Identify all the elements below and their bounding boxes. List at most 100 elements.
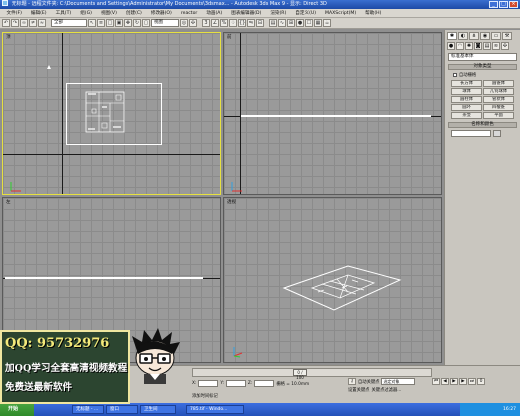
- coord-z-field[interactable]: [254, 380, 275, 387]
- rollout-name-color[interactable]: 名称和颜色: [448, 122, 517, 128]
- pivot-icon[interactable]: ◎: [180, 19, 188, 27]
- align-icon[interactable]: ⊟: [256, 19, 264, 27]
- checkbox-box[interactable]: [453, 73, 457, 77]
- viewport-top[interactable]: 顶: [2, 32, 221, 195]
- menu-customize[interactable]: 自定义(U): [291, 10, 321, 16]
- key-filters-button[interactable]: 关键点过滤器...: [371, 387, 401, 393]
- teapot-button[interactable]: 茶壶: [451, 112, 482, 119]
- auto-key-button[interactable]: 自动关键点: [358, 379, 379, 385]
- viewport-perspective[interactable]: 透视: [223, 197, 442, 363]
- menu-animation[interactable]: 动画(A): [202, 10, 227, 16]
- minimize-button[interactable]: _: [489, 1, 498, 8]
- box-button[interactable]: 长方体: [451, 80, 482, 87]
- space-warps-icon[interactable]: ≋: [492, 42, 500, 50]
- key-icon[interactable]: ⚷: [348, 378, 356, 385]
- menu-create[interactable]: 创建(C): [121, 10, 146, 16]
- shapes-icon[interactable]: ◠: [456, 42, 464, 50]
- render-frame-icon[interactable]: ▦: [314, 19, 322, 27]
- create-tab-icon[interactable]: ✱: [447, 32, 457, 40]
- object-name-field[interactable]: [451, 130, 491, 137]
- next-frame-icon[interactable]: ▶: [459, 378, 467, 385]
- move-icon[interactable]: ✥: [124, 19, 132, 27]
- viewport-label-top[interactable]: 顶: [6, 34, 11, 40]
- coord-x-field[interactable]: [198, 380, 219, 387]
- plane-button[interactable]: 平面: [483, 112, 514, 119]
- close-button[interactable]: ×: [509, 1, 518, 8]
- menu-help[interactable]: 帮助(H): [361, 10, 386, 16]
- timeline-track[interactable]: 0 / 100: [192, 368, 432, 380]
- floorplan-object[interactable]: [66, 83, 162, 145]
- menu-tools[interactable]: 工具(T): [51, 10, 76, 16]
- motion-tab-icon[interactable]: ◉: [480, 32, 490, 40]
- go-to-end-icon[interactable]: ⏭: [468, 378, 476, 385]
- floorplan-object-left[interactable]: [5, 277, 203, 279]
- cone-button[interactable]: 圆锥体: [483, 80, 514, 87]
- helpers-icon[interactable]: ▤: [483, 42, 491, 50]
- percent-snap-icon[interactable]: %: [220, 19, 228, 27]
- menu-reactor[interactable]: reactor: [176, 11, 201, 16]
- bind-space-warp-icon[interactable]: ≈: [38, 19, 46, 27]
- utilities-tab-icon[interactable]: ⚒: [502, 32, 512, 40]
- taskbar-item-window[interactable]: 窗口: [106, 405, 138, 414]
- systems-icon[interactable]: ✣: [501, 42, 509, 50]
- named-selection-icon[interactable]: {}: [238, 19, 246, 27]
- link-icon[interactable]: ∞: [20, 19, 28, 27]
- display-tab-icon[interactable]: ▭: [491, 32, 501, 40]
- select-object-icon[interactable]: ↖: [88, 19, 96, 27]
- select-by-name-icon[interactable]: ≡: [97, 19, 105, 27]
- viewport-label-front[interactable]: 前: [227, 34, 232, 40]
- geometry-icon[interactable]: ●: [447, 42, 455, 50]
- lights-icon[interactable]: ✺: [465, 42, 473, 50]
- taskbar-item-bathroom[interactable]: 卫生间: [140, 405, 176, 414]
- primitive-category-dropdown[interactable]: 标准基本体: [448, 53, 517, 61]
- floorplan-object-perspective[interactable]: [282, 258, 402, 318]
- menu-maxscript[interactable]: MAXScript(M): [321, 11, 361, 16]
- redo-icon[interactable]: ↷: [11, 19, 19, 27]
- mirror-icon[interactable]: ⇋: [247, 19, 255, 27]
- curve-editor-icon[interactable]: ∿: [278, 19, 286, 27]
- tube-button[interactable]: 管状体: [483, 96, 514, 103]
- menu-graph-editors[interactable]: 图表编辑器(D): [227, 10, 266, 16]
- window-crossing-icon[interactable]: ▣: [115, 19, 123, 27]
- object-color-swatch[interactable]: [493, 130, 501, 137]
- current-frame-field[interactable]: 0: [477, 378, 485, 385]
- menu-file[interactable]: 文件(F): [2, 10, 26, 16]
- maximize-button[interactable]: □: [499, 1, 508, 8]
- status-prompt[interactable]: 添加时间标记: [192, 393, 218, 399]
- key-filter-dropdown[interactable]: 选定对象: [381, 378, 416, 385]
- torus-button[interactable]: 圆环: [451, 104, 482, 111]
- unlink-icon[interactable]: ≠: [29, 19, 37, 27]
- geosphere-button[interactable]: 几何球体: [483, 88, 514, 95]
- auto-grid-checkbox[interactable]: 自动栅格: [453, 72, 512, 78]
- modify-tab-icon[interactable]: ◐: [458, 32, 468, 40]
- scale-icon[interactable]: ▢: [142, 19, 150, 27]
- quick-render-icon[interactable]: ☕: [323, 19, 331, 27]
- taskbar-item-max[interactable]: 无标题 - ...: [72, 405, 104, 414]
- viewport-front[interactable]: 前: [223, 32, 442, 195]
- taskbar-item-image[interactable]: 785.tif - Windo...: [186, 405, 244, 414]
- cylinder-button[interactable]: 圆柱体: [451, 96, 482, 103]
- selection-filter-dropdown[interactable]: 全部: [51, 19, 87, 27]
- coord-y-field[interactable]: [225, 380, 246, 387]
- play-icon[interactable]: ▶: [450, 378, 458, 385]
- previous-frame-icon[interactable]: ◀: [441, 378, 449, 385]
- floorplan-object-front[interactable]: [241, 115, 431, 117]
- reference-coord-dropdown[interactable]: 视图: [151, 19, 179, 27]
- time-slider[interactable]: 0 / 100: [293, 369, 307, 380]
- go-to-start-icon[interactable]: ⏮: [432, 378, 440, 385]
- layer-manager-icon[interactable]: ▤: [269, 19, 277, 27]
- menu-rendering[interactable]: 渲染(R): [266, 10, 291, 16]
- sphere-button[interactable]: 球体: [451, 88, 482, 95]
- set-key-button[interactable]: 设置关键点: [348, 387, 369, 393]
- spinner-snap-icon[interactable]: ♢: [229, 19, 237, 27]
- schematic-view-icon[interactable]: ⊞: [287, 19, 295, 27]
- viewport-label-perspective[interactable]: 透视: [227, 199, 236, 205]
- rect-selection-icon[interactable]: □: [106, 19, 114, 27]
- menu-modifiers[interactable]: 修改器(O): [146, 10, 176, 16]
- rollout-object-type[interactable]: 对象类型: [448, 64, 517, 70]
- select-manipulate-icon[interactable]: ✣: [189, 19, 197, 27]
- undo-icon[interactable]: ↶: [2, 19, 10, 27]
- rotate-icon[interactable]: ↻: [133, 19, 141, 27]
- start-button[interactable]: 开始: [0, 403, 34, 416]
- render-setup-icon[interactable]: ☐: [305, 19, 313, 27]
